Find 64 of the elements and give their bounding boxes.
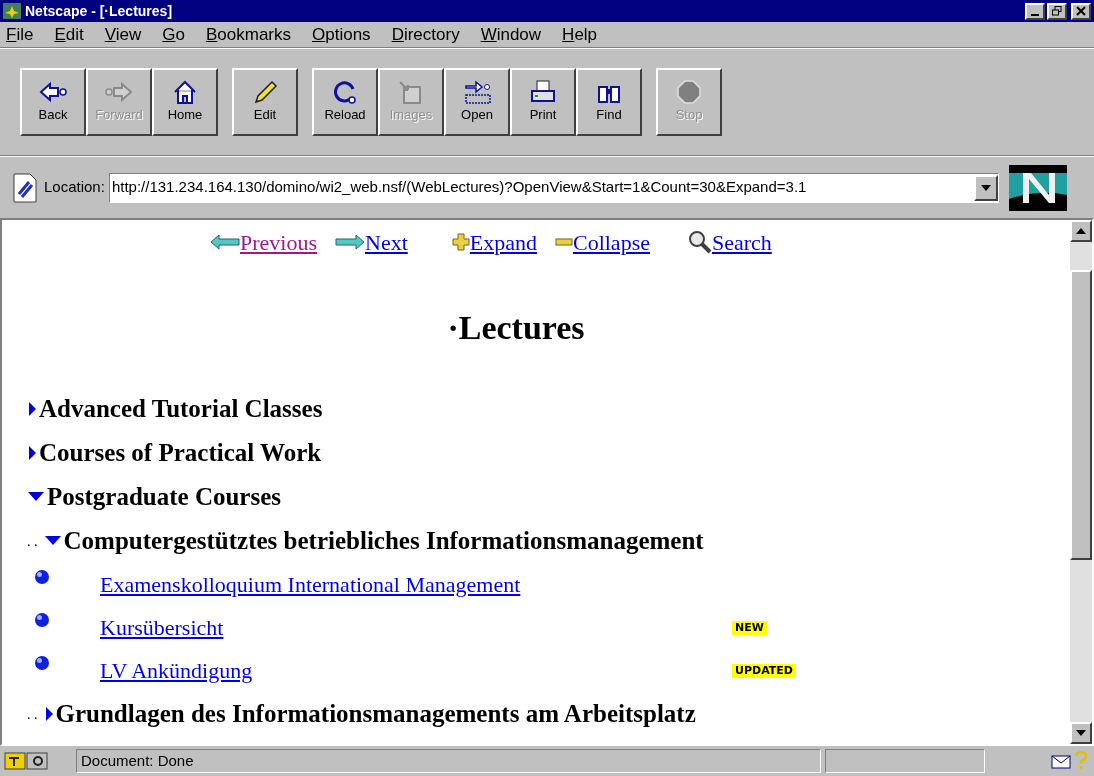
open-file-icon: [462, 79, 492, 106]
toolbar-button[interactable]: Print: [510, 68, 576, 136]
bullet-icon: [34, 569, 50, 585]
leader-dots: . .: [27, 532, 38, 551]
nav-link[interactable]: Search: [711, 225, 772, 259]
collapsed-triangle-icon[interactable]: [43, 706, 54, 722]
document-link[interactable]: Kursübersicht: [100, 611, 732, 644]
bullet-icon: [34, 655, 50, 671]
menu-item[interactable]: Bookmarks: [206, 21, 291, 48]
menu-item[interactable]: Window: [480, 21, 542, 48]
caret-icon: [980, 184, 991, 191]
location-label: Location:: [44, 177, 105, 198]
document-link[interactable]: LV Ankündigung: [100, 654, 732, 687]
toolbar-button[interactable]: Open: [444, 68, 510, 136]
category-heading: Postgraduate Courses: [47, 482, 281, 513]
document-link[interactable]: Examenskolloquium International Management: [100, 568, 732, 601]
menu-item[interactable]: Edit: [54, 21, 84, 48]
page-heading: ·Lectures: [446, 308, 586, 348]
leader-dots: . .: [27, 705, 38, 724]
close-button[interactable]: [1071, 2, 1091, 20]
logo-icon: [1008, 164, 1067, 211]
minimize-button[interactable]: [1025, 2, 1045, 20]
menu-item[interactable]: Help: [562, 21, 598, 48]
menu-item[interactable]: View: [104, 21, 142, 48]
nav-link[interactable]: Collapse: [572, 225, 650, 259]
dropdown-button[interactable]: [973, 174, 998, 201]
close-icon: [1076, 6, 1086, 16]
nav-link[interactable]: Next: [365, 225, 408, 259]
nav-link[interactable]: Expand: [469, 225, 537, 259]
status-text: Document: Done: [76, 749, 821, 773]
category-heading: Advanced Tutorial Classes: [39, 394, 323, 425]
menu-item[interactable]: File: [6, 21, 34, 48]
nav-link[interactable]: Previous: [240, 225, 317, 259]
category-heading: Courses of Practical Work: [39, 438, 322, 469]
search-icon: [687, 230, 712, 254]
toolbar-button[interactable]: Find: [576, 68, 642, 136]
plus-icon: [451, 233, 470, 251]
scroll-up-icon[interactable]: [1076, 228, 1086, 234]
mail-icon: [1050, 751, 1090, 771]
location-field[interactable]: http://131.234.164.130/domino/wi2_web.nsf/(WebLectures)?OpenView&Start=1&Count=30&Expand=3.1: [108, 172, 999, 203]
category-heading: Grundlagen des Informationsmanagements am Arbeitsplatz: [55, 699, 696, 730]
collapsed-triangle-icon[interactable]: [27, 401, 37, 417]
toolbar-button[interactable]: Back: [20, 68, 86, 136]
status-tag: UPDATED: [732, 663, 796, 678]
stop-sign-icon: [674, 79, 704, 106]
window-title: Netscape - [·Lectures]: [25, 1, 173, 21]
scrollbar[interactable]: [1070, 220, 1092, 744]
right-arrow-icon: [335, 234, 365, 250]
toolbar-button[interactable]: Edit: [232, 68, 298, 136]
category-heading: Computergestütztes betriebliches Informationsmanagement: [63, 526, 704, 557]
minus-icon: [554, 238, 573, 246]
status-tag: NEW: [732, 620, 767, 635]
left-arrow-icon: [210, 234, 240, 250]
app-icon: [3, 3, 21, 19]
restore-button[interactable]: [1047, 2, 1067, 20]
collapsed-triangle-icon[interactable]: [27, 445, 37, 461]
menu-item[interactable]: Go: [162, 21, 185, 48]
scroll-down-icon[interactable]: [1076, 730, 1086, 736]
toolbar-button[interactable]: Reload: [312, 68, 378, 136]
menu-item[interactable]: Options: [312, 21, 371, 48]
restore-icon: [1052, 6, 1062, 16]
bullet-icon: [34, 612, 50, 628]
toolbar-button[interactable]: Home: [152, 68, 218, 136]
menu-item[interactable]: Directory: [391, 21, 460, 48]
